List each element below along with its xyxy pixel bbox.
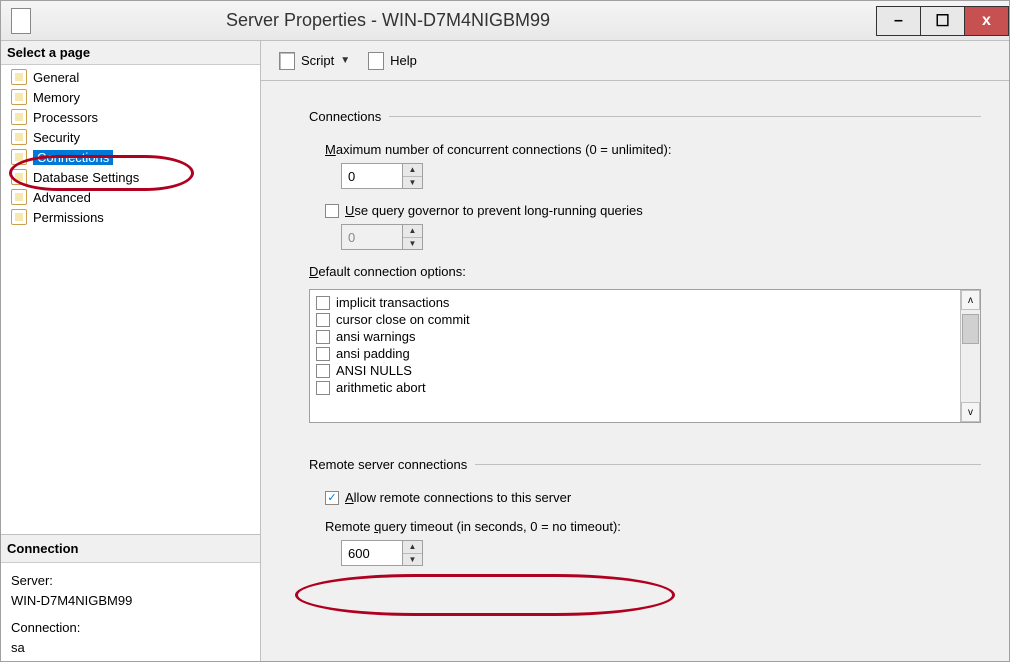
page-icon bbox=[11, 89, 27, 105]
checkbox-icon bbox=[316, 381, 330, 395]
script-icon bbox=[279, 52, 297, 70]
titlebar: Server Properties - WIN-D7M4NIGBM99 – ☐ … bbox=[1, 1, 1009, 41]
chevron-down-icon: ▼ bbox=[340, 55, 350, 66]
nav-memory[interactable]: Memory bbox=[1, 87, 260, 107]
remote-timeout-label: Remote query timeout (in seconds, 0 = no… bbox=[325, 519, 621, 534]
server-label: Server: bbox=[11, 571, 250, 591]
list-item[interactable]: ANSI NULLS bbox=[316, 362, 954, 379]
help-icon bbox=[368, 52, 386, 70]
close-button[interactable]: x bbox=[964, 6, 1009, 36]
checkbox-icon bbox=[316, 296, 330, 310]
spin-down-icon[interactable]: ▼ bbox=[403, 177, 422, 189]
scroll-thumb[interactable] bbox=[962, 314, 979, 344]
connection-value: sa bbox=[11, 638, 250, 658]
nav-connections[interactable]: Connections bbox=[1, 147, 260, 167]
nav-database-settings[interactable]: Database Settings bbox=[1, 167, 260, 187]
checkbox-icon bbox=[316, 330, 330, 344]
nav-permissions[interactable]: Permissions bbox=[1, 207, 260, 227]
connection-body: Server: WIN-D7M4NIGBM99 Connection: sa bbox=[1, 563, 260, 661]
checkbox-icon bbox=[316, 364, 330, 378]
connection-header: Connection bbox=[1, 535, 260, 563]
allow-remote-row: ✓ Allow remote connections to this serve… bbox=[309, 490, 981, 505]
help-button[interactable]: Help bbox=[362, 49, 423, 73]
window-title: Server Properties - WIN-D7M4NIGBM99 bbox=[39, 10, 877, 31]
spin-up-icon[interactable]: ▲ bbox=[403, 541, 422, 554]
spin-down-icon: ▼ bbox=[403, 238, 422, 250]
max-connections-row: Maximum number of concurrent connections… bbox=[309, 142, 981, 189]
page-icon bbox=[11, 189, 27, 205]
checkbox-icon bbox=[325, 204, 339, 218]
checkbox-icon: ✓ bbox=[325, 491, 339, 505]
checkbox-icon bbox=[316, 313, 330, 327]
list-item[interactable]: implicit transactions bbox=[316, 294, 954, 311]
remote-group-label: Remote server connections bbox=[309, 457, 981, 472]
list-item[interactable]: arithmetic abort bbox=[316, 379, 954, 396]
connection-label: Connection: bbox=[11, 618, 250, 638]
spin-down-icon[interactable]: ▼ bbox=[403, 554, 422, 566]
maximize-button[interactable]: ☐ bbox=[920, 6, 965, 36]
page-icon bbox=[11, 109, 27, 125]
spin-up-icon[interactable]: ▲ bbox=[403, 164, 422, 177]
max-connections-input[interactable] bbox=[342, 164, 402, 188]
connections-group-label: Connections bbox=[309, 109, 981, 124]
page-nav: General Memory Processors Security Conne… bbox=[1, 65, 260, 227]
server-value: WIN-D7M4NIGBM99 bbox=[11, 591, 250, 611]
remote-timeout-input[interactable] bbox=[342, 541, 402, 565]
list-item[interactable]: ansi warnings bbox=[316, 328, 954, 345]
page-icon bbox=[11, 129, 27, 145]
list-item[interactable]: cursor close on commit bbox=[316, 311, 954, 328]
default-options-label: Default connection options: bbox=[309, 264, 466, 279]
remote-timeout-spinner[interactable]: ▲ ▼ bbox=[341, 540, 423, 566]
query-governor-row: Use query governor to prevent long-runni… bbox=[309, 203, 981, 250]
page-icon bbox=[11, 69, 27, 85]
page-icon bbox=[11, 149, 27, 165]
max-connections-label: Maximum number of concurrent connections… bbox=[325, 142, 671, 157]
app-icon bbox=[11, 8, 31, 34]
highlight-oval-allow-remote bbox=[295, 574, 675, 616]
sidebar: Select a page General Memory Processors … bbox=[1, 41, 261, 661]
nav-security[interactable]: Security bbox=[1, 127, 260, 147]
server-properties-window: Server Properties - WIN-D7M4NIGBM99 – ☐ … bbox=[0, 0, 1010, 662]
nav-general[interactable]: General bbox=[1, 67, 260, 87]
main-panel: Script ▼ Help Connections Maximum number… bbox=[261, 41, 1009, 661]
page-icon bbox=[11, 169, 27, 185]
nav-advanced[interactable]: Advanced bbox=[1, 187, 260, 207]
checkbox-icon bbox=[316, 347, 330, 361]
toolbar: Script ▼ Help bbox=[261, 41, 1009, 81]
spin-up-icon: ▲ bbox=[403, 225, 422, 238]
remote-timeout-row: Remote query timeout (in seconds, 0 = no… bbox=[309, 519, 981, 566]
default-options-list-content: implicit transactions cursor close on co… bbox=[310, 290, 960, 422]
nav-processors[interactable]: Processors bbox=[1, 107, 260, 127]
scroll-track[interactable] bbox=[961, 310, 980, 402]
select-page-header: Select a page bbox=[1, 41, 260, 65]
content-area: Select a page General Memory Processors … bbox=[1, 41, 1009, 661]
connection-panel: Connection Server: WIN-D7M4NIGBM99 Conne… bbox=[1, 534, 260, 661]
use-query-governor-checkbox[interactable]: Use query governor to prevent long-runni… bbox=[325, 203, 981, 218]
list-item[interactable]: ansi padding bbox=[316, 345, 954, 362]
scroll-up-icon[interactable]: ʌ bbox=[961, 290, 980, 310]
minimize-button[interactable]: – bbox=[876, 6, 921, 36]
scrollbar[interactable]: ʌ v bbox=[960, 290, 980, 422]
window-buttons: – ☐ x bbox=[877, 6, 1009, 36]
page-icon bbox=[11, 209, 27, 225]
governor-cost-input bbox=[342, 225, 402, 249]
allow-remote-checkbox[interactable]: ✓ Allow remote connections to this serve… bbox=[325, 490, 981, 505]
scroll-down-icon[interactable]: v bbox=[961, 402, 980, 422]
default-options-row: Default connection options: implicit tra… bbox=[309, 264, 981, 423]
default-options-list[interactable]: implicit transactions cursor close on co… bbox=[309, 289, 981, 423]
governor-cost-spinner: ▲ ▼ bbox=[341, 224, 423, 250]
script-button[interactable]: Script ▼ bbox=[273, 49, 356, 73]
connections-page: Connections Maximum number of concurrent… bbox=[261, 81, 1009, 661]
max-connections-spinner[interactable]: ▲ ▼ bbox=[341, 163, 423, 189]
